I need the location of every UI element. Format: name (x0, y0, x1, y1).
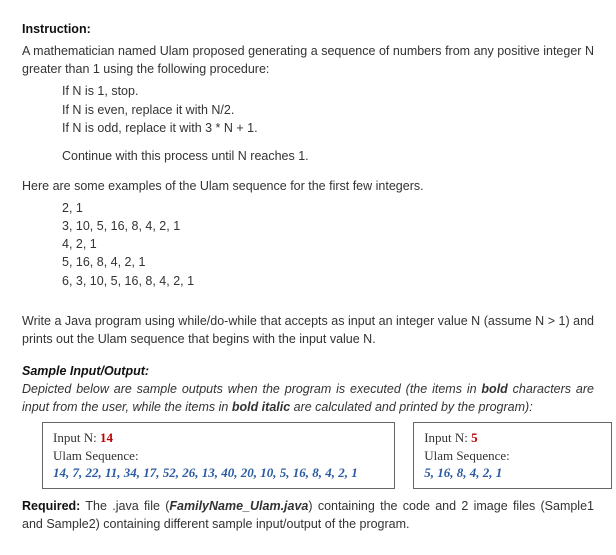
task-text: Write a Java program using while/do-whil… (22, 312, 594, 348)
instruction-label: Instruction: (22, 20, 594, 38)
required-line: Required: The .java file (FamilyName_Ula… (22, 497, 594, 533)
sample-desc-part: Depicted below are sample outputs when t… (22, 382, 481, 396)
examples-block: 2, 1 3, 10, 5, 16, 8, 4, 2, 1 4, 2, 1 5,… (62, 199, 594, 290)
examples-intro: Here are some examples of the Ulam seque… (22, 177, 594, 195)
rule-continue: Continue with this process until N reach… (62, 147, 594, 165)
sample-desc-bolditalic: bold italic (232, 400, 290, 414)
example-line: 3, 10, 5, 16, 8, 4, 2, 1 (62, 217, 594, 235)
sample1-seq-label: Ulam Sequence: (53, 447, 384, 465)
example-line: 2, 1 (62, 199, 594, 217)
instruction-heading: Instruction: (22, 22, 91, 36)
input-prompt: Input N: (424, 430, 471, 445)
rule-1: If N is 1, stop. (62, 82, 594, 100)
rule-2: If N is even, replace it with N/2. (62, 101, 594, 119)
input-prompt: Input N: (53, 430, 100, 445)
sample-box-2: Input N: 5 Ulam Sequence: 5, 16, 8, 4, 2… (413, 422, 612, 489)
sample1-sequence: 14, 7, 22, 11, 34, 17, 52, 26, 13, 40, 2… (53, 464, 384, 482)
sample-desc-part: are calculated and printed by the progra… (290, 400, 533, 414)
example-line: 6, 3, 10, 5, 16, 8, 4, 2, 1 (62, 272, 594, 290)
sample-box-1: Input N: 14 Ulam Sequence: 14, 7, 22, 11… (42, 422, 395, 489)
sample1-input-line: Input N: 14 (53, 429, 384, 447)
input-value: 14 (100, 430, 113, 445)
sample-desc-bold: bold (481, 382, 507, 396)
intro-text: A mathematician named Ulam proposed gene… (22, 42, 594, 78)
example-line: 5, 16, 8, 4, 2, 1 (62, 253, 594, 271)
required-text-a: The .java file ( (80, 499, 169, 513)
sample-io-label: Sample Input/Output: (22, 362, 594, 380)
sample2-sequence: 5, 16, 8, 4, 2, 1 (424, 464, 601, 482)
example-line: 4, 2, 1 (62, 235, 594, 253)
required-heading: Required: (22, 499, 80, 513)
sample2-seq-label: Ulam Sequence: (424, 447, 601, 465)
input-value: 5 (471, 430, 478, 445)
rules-block: If N is 1, stop. If N is even, replace i… (62, 82, 594, 165)
sample2-input-line: Input N: 5 (424, 429, 601, 447)
sample-boxes: Input N: 14 Ulam Sequence: 14, 7, 22, 11… (42, 422, 594, 489)
rule-3: If N is odd, replace it with 3 * N + 1. (62, 119, 594, 137)
required-filename: FamilyName_Ulam.java (169, 499, 308, 513)
sample-io-heading: Sample Input/Output: (22, 364, 149, 378)
sample-description: Depicted below are sample outputs when t… (22, 380, 594, 416)
